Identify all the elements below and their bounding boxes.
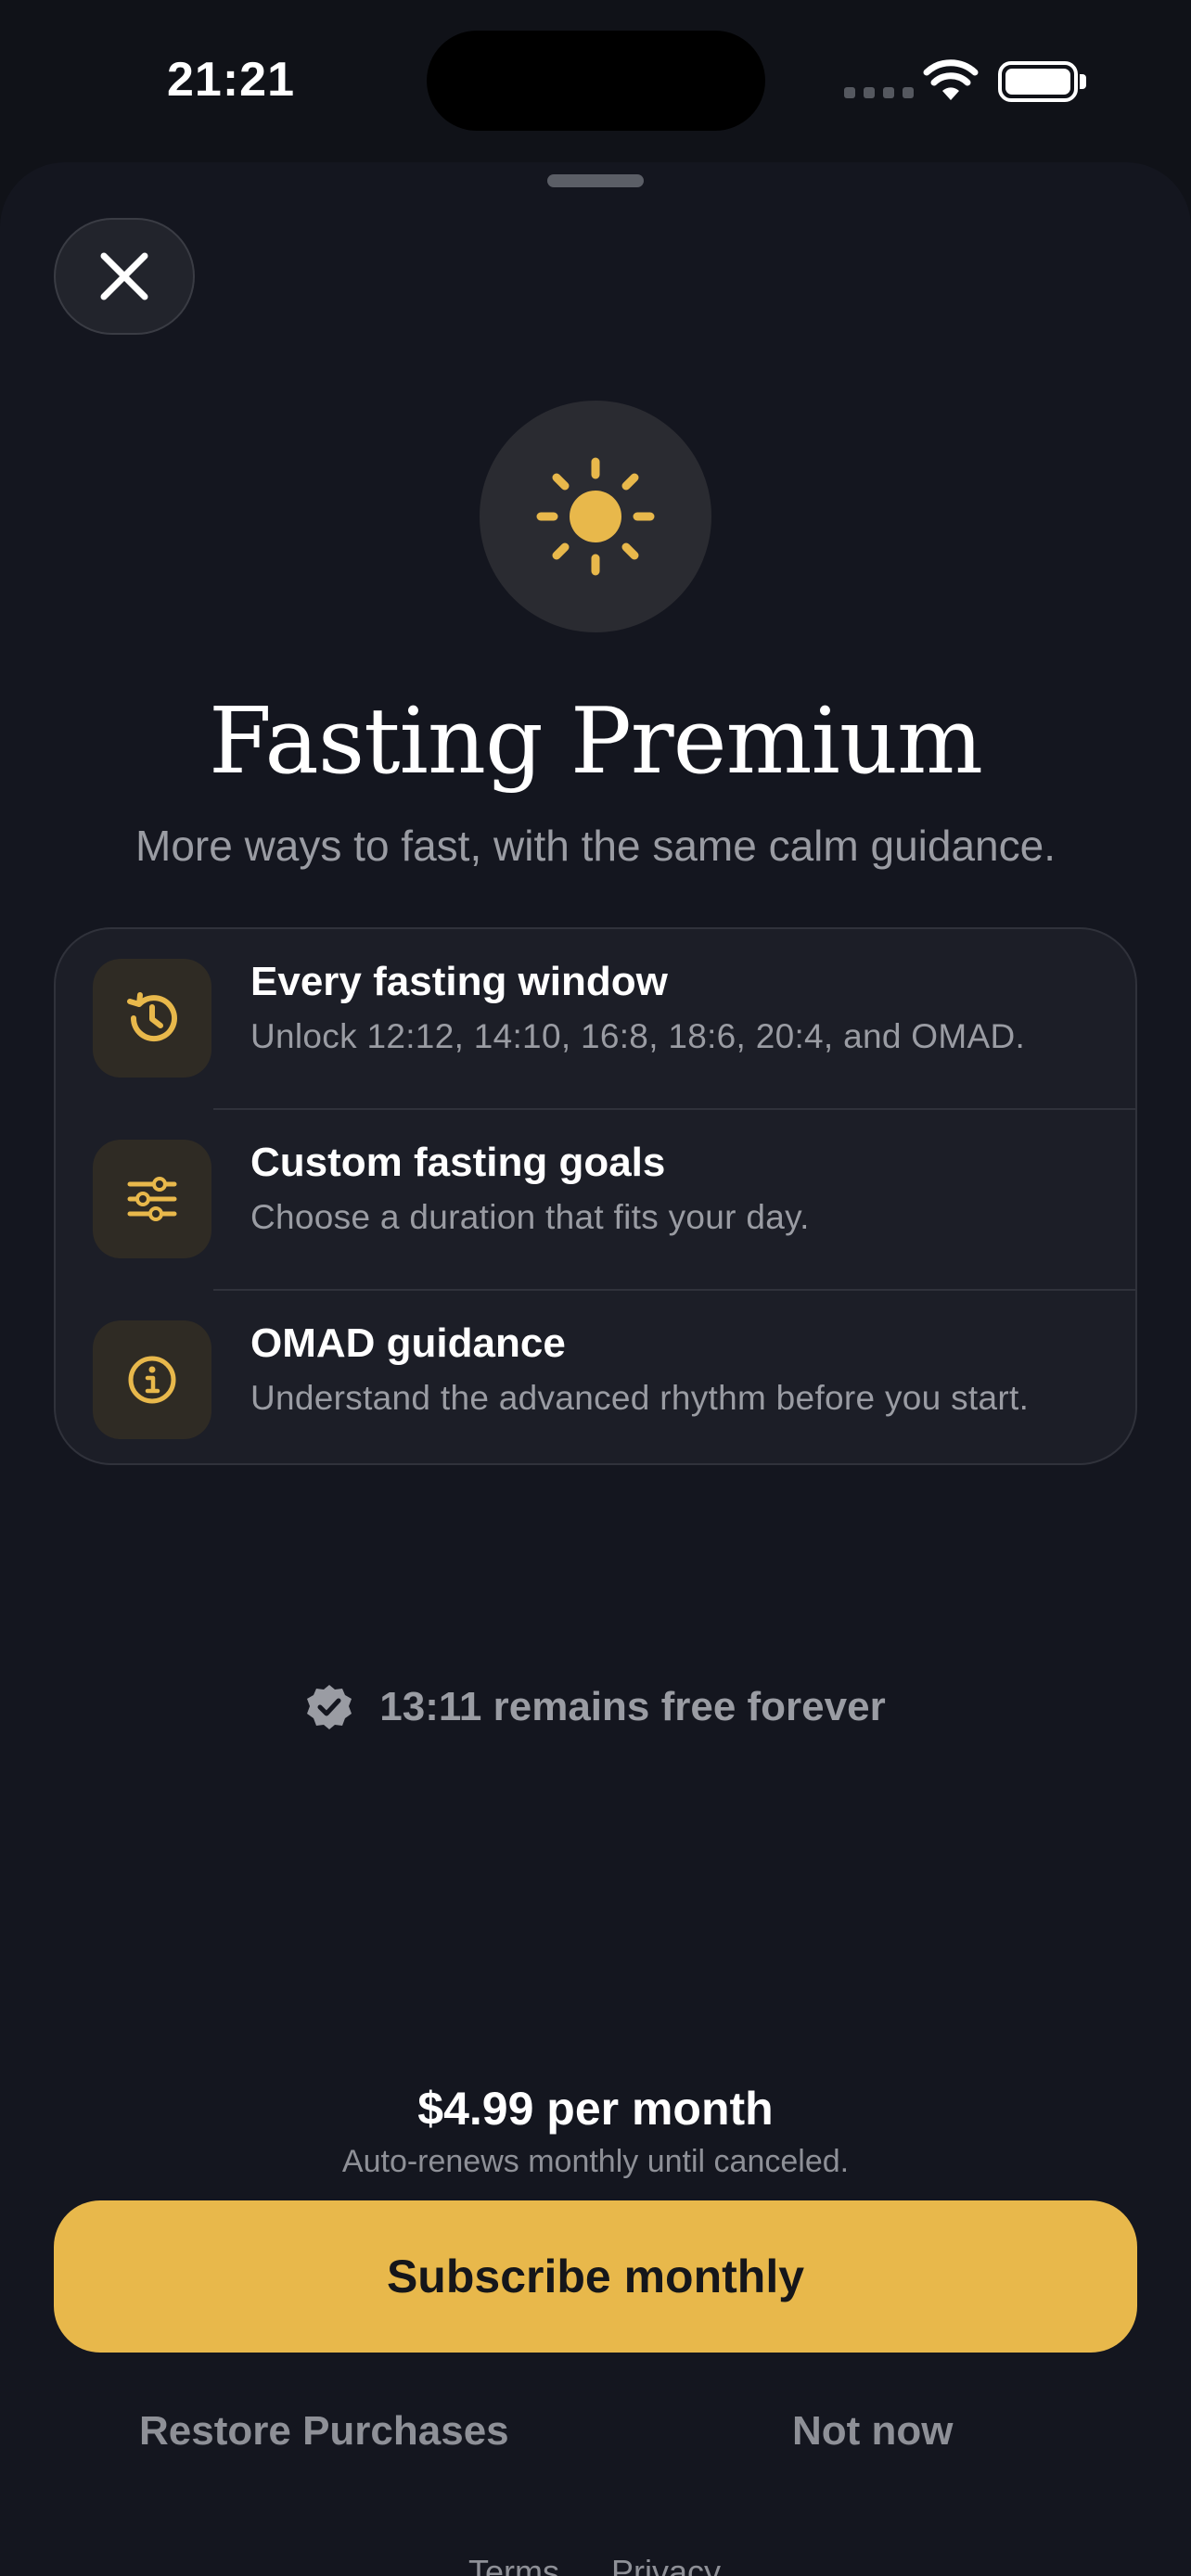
price-label: $4.99 per month (417, 2083, 774, 2135)
feature-description: Understand the advanced rhythm before yo… (250, 1379, 1030, 1417)
sun-icon (536, 457, 655, 576)
feature-icon-tile (93, 1320, 211, 1439)
subscribe-button[interactable]: Subscribe monthly (54, 2200, 1137, 2353)
not-now-button[interactable]: Not now (792, 2408, 954, 2455)
info-icon (128, 1356, 176, 1404)
privacy-link[interactable]: Privacy (611, 2553, 721, 2576)
feature-icon-tile (93, 1140, 211, 1258)
feature-item: Custom fasting goals Choose a duration t… (56, 1110, 1135, 1289)
renewal-note: Auto-renews monthly until canceled. (341, 2144, 850, 2179)
feature-title: Custom fasting goals (250, 1140, 666, 1185)
clock-history-icon (127, 992, 177, 1042)
page-title: Fasting Premium (209, 689, 983, 795)
dynamic-island (427, 31, 765, 131)
feature-item: Every fasting window Unlock 12:12, 14:10… (56, 929, 1135, 1108)
hero-icon-container (480, 401, 711, 632)
screen: 21:21 Fasting Premium More ways to fast,… (0, 0, 1191, 2576)
feature-description: Choose a duration that fits your day. (250, 1198, 810, 1236)
feature-title: Every fasting window (250, 959, 668, 1004)
restore-purchases-button[interactable]: Restore Purchases (139, 2408, 509, 2455)
premium-sheet: Fasting Premium More ways to fast, with … (0, 162, 1191, 2576)
free-note-text: 13:11 remains free forever (379, 1684, 886, 1729)
verified-badge-icon (307, 1685, 352, 1729)
free-note: 13:11 remains free forever (0, 1683, 1191, 1731)
feature-description: Unlock 12:12, 14:10, 16:8, 18:6, 20:4, a… (250, 1017, 1026, 1055)
wifi-icon (923, 59, 979, 107)
close-button[interactable] (54, 218, 195, 335)
sliders-icon (127, 1177, 177, 1221)
feature-item: OMAD guidance Understand the advanced rh… (56, 1291, 1135, 1463)
feature-icon-tile (93, 959, 211, 1078)
feature-title: OMAD guidance (250, 1320, 566, 1366)
battery-icon (998, 61, 1078, 102)
page-subtitle: More ways to fast, with the same calm gu… (135, 822, 1056, 870)
features-card: Every fasting window Unlock 12:12, 14:10… (54, 927, 1137, 1465)
sheet-grabber[interactable] (547, 174, 644, 187)
close-icon (100, 252, 148, 300)
terms-link[interactable]: Terms (468, 2553, 559, 2576)
status-time: 21:21 (167, 53, 295, 107)
cellular-signal-icon (844, 87, 914, 98)
battery-cap (1080, 74, 1086, 89)
